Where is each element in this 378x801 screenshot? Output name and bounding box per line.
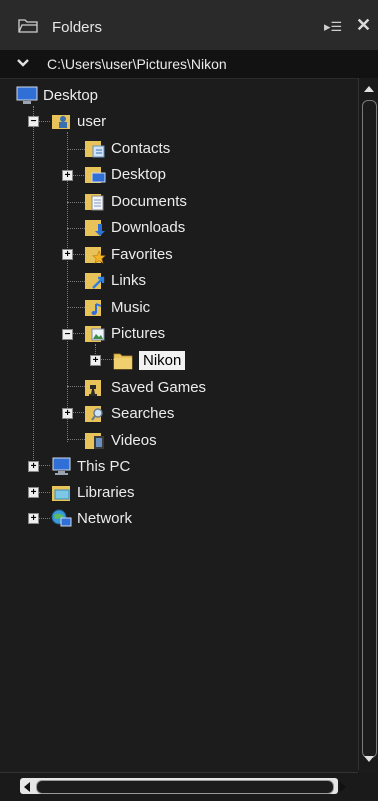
expand-toggle[interactable]: + [28, 487, 39, 498]
music-folder-icon [85, 300, 102, 316]
tree-item-label: Music [111, 298, 151, 316]
horizontal-scroll-thumb[interactable] [36, 780, 334, 794]
panel-title: Folders [52, 19, 103, 36]
expand-toggle[interactable]: + [28, 513, 39, 524]
links-folder-icon [85, 273, 105, 289]
tree-item-downloads[interactable]: Downloads [84, 215, 185, 239]
expand-toggle[interactable]: + [28, 461, 39, 472]
tree-item-music[interactable]: Music [84, 295, 150, 319]
searches-folder-icon [85, 406, 103, 422]
tree-item-label: user [77, 112, 107, 130]
tree-item-this-pc[interactable]: This PC [50, 454, 130, 478]
user-folder-icon [52, 115, 70, 129]
tree-item-label: Libraries [77, 483, 135, 501]
tree-item-saved-games[interactable]: Saved Games [84, 375, 206, 399]
tree-item-label: Favorites [111, 245, 173, 263]
pictures-folder-icon [85, 326, 105, 342]
folder-outline-icon [18, 19, 38, 33]
tree-item-nikon[interactable]: Nikon [112, 348, 186, 372]
tree-item-label: This PC [77, 457, 131, 475]
folder-tree: Desktop − user Contacts + Desktop Docume… [0, 78, 358, 770]
videos-folder-icon [85, 433, 104, 449]
expand-toggle[interactable]: + [62, 408, 73, 419]
tree-item-label: Links [111, 271, 147, 289]
tree-item-documents[interactable]: Documents [84, 189, 187, 213]
tree-item-label: Network [77, 509, 133, 527]
computer-icon [52, 457, 71, 475]
saved-games-folder-icon [85, 380, 101, 396]
desktop-monitor-icon [16, 86, 38, 104]
pin-panel-icon[interactable]: ▸☰ [324, 19, 342, 35]
current-path: C:\Users\user\Pictures\Nikon [47, 56, 227, 72]
tree-item-contacts[interactable]: Contacts [84, 136, 170, 160]
favorites-folder-icon [85, 247, 106, 264]
collapse-toggle[interactable]: − [62, 329, 73, 340]
tree-item-searches[interactable]: Searches [84, 401, 174, 425]
contacts-folder-icon [85, 141, 105, 158]
expand-toggle[interactable]: + [62, 170, 73, 181]
tree-item-label: Downloads [111, 218, 186, 236]
desktop-folder-icon [85, 167, 106, 183]
close-icon[interactable]: ✕ [356, 15, 371, 36]
vertical-scrollbar[interactable] [358, 78, 378, 770]
vertical-scroll-thumb[interactable] [362, 100, 377, 758]
scroll-down-arrow-icon[interactable] [362, 752, 376, 766]
expand-toggle[interactable]: + [90, 355, 101, 366]
folder-icon [113, 353, 133, 370]
tree-item-label: Videos [111, 431, 157, 449]
chevron-down-icon[interactable] [16, 57, 30, 69]
tree-item-label: Pictures [111, 324, 166, 342]
tree-item-label: Saved Games [111, 378, 207, 396]
tree-item-links[interactable]: Links [84, 268, 146, 292]
libraries-icon [52, 486, 70, 501]
tree-item-favorites[interactable]: Favorites [84, 242, 173, 266]
tree-item-user[interactable]: user [50, 109, 106, 133]
documents-folder-icon [85, 194, 104, 211]
scroll-up-arrow-icon[interactable] [362, 82, 376, 96]
tree-item-desktop[interactable]: Desktop [84, 162, 166, 186]
tree-item-network[interactable]: Network [50, 506, 132, 530]
tree-item-videos[interactable]: Videos [84, 428, 157, 452]
tree-item-libraries[interactable]: Libraries [50, 480, 135, 504]
panel-header: Folders ▸☰ ✕ [0, 0, 378, 51]
tree-item-pictures[interactable]: Pictures [84, 321, 165, 345]
downloads-folder-icon [85, 220, 105, 236]
tree-item-label-selected: Nikon [139, 350, 186, 370]
tree-item-label: Documents [111, 192, 187, 210]
scroll-left-arrow-icon[interactable] [22, 781, 32, 793]
horizontal-scrollbar[interactable] [0, 772, 358, 801]
scroll-right-arrow-icon[interactable] [338, 781, 348, 793]
tree-item-desktop-root[interactable]: Desktop [16, 83, 98, 107]
network-icon [51, 509, 72, 527]
collapse-toggle[interactable]: − [28, 116, 39, 127]
folders-panel: Folders ▸☰ ✕ C:\Users\user\Pictures\Niko… [0, 0, 378, 801]
expand-toggle[interactable]: + [62, 249, 73, 260]
tree-item-label: Desktop [43, 86, 99, 104]
path-bar[interactable]: C:\Users\user\Pictures\Nikon [0, 50, 378, 79]
tree-item-label: Desktop [111, 165, 167, 183]
scrollbar-corner [358, 772, 378, 800]
tree-item-label: Contacts [111, 139, 171, 157]
tree-item-label: Searches [111, 404, 175, 422]
